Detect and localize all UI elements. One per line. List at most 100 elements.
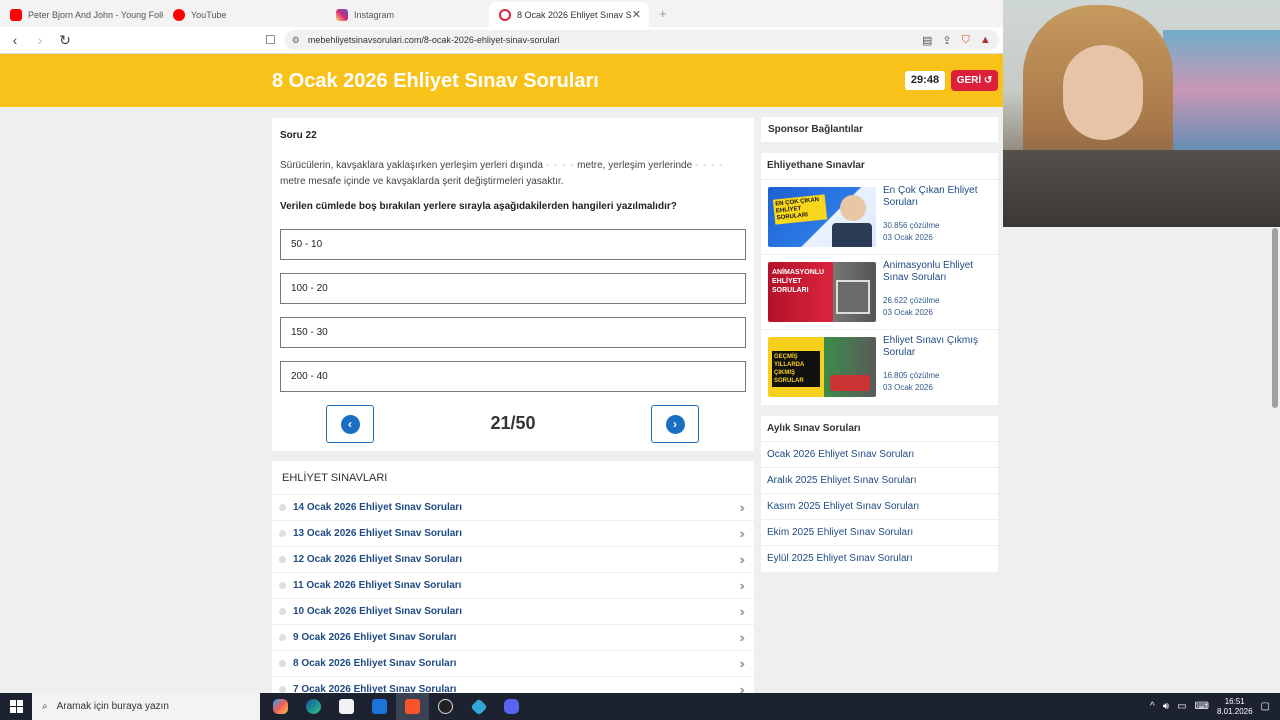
windows-start-icon[interactable] [0, 693, 32, 720]
tab-title: 8 Ocak 2026 Ehliyet Sınav Soruları [517, 9, 632, 20]
exam-link[interactable]: 9 Ocak 2026 Ehliyet Sınav Soruları [293, 632, 456, 643]
exams-list-card: EHLİYET SINAVLARI 14 Ocak 2026 Ehliyet S… [272, 461, 754, 701]
double-chevron-icon: ›› [739, 500, 744, 515]
notification-icon[interactable]: ▢ [1261, 701, 1270, 712]
mail-icon[interactable] [363, 693, 396, 720]
edge-icon[interactable] [297, 693, 330, 720]
exam-link[interactable]: 14 Ocak 2026 Ehliyet Sınav Soruları [293, 502, 462, 513]
laptop-illustration [832, 223, 872, 247]
bullet-icon [279, 660, 286, 667]
exam-link[interactable]: 11 Ocak 2026 Ehliyet Sınav Soruları [293, 580, 461, 591]
ehliyethane-title[interactable]: Animasyonlu Ehliyet Sınav Soruları [883, 260, 993, 284]
thumbnail-image[interactable]: EN ÇOK ÇIKAN EHLİYET SORULARI [768, 187, 876, 247]
kodi-icon[interactable] [462, 693, 495, 720]
copilot-icon[interactable] [264, 693, 297, 720]
search-icon: ⌕ [42, 701, 48, 712]
reader-mode-icon[interactable]: ▤ [922, 34, 932, 47]
system-clock[interactable]: 16:51 8.01.2026 [1217, 697, 1253, 717]
question-text-part: metre mesafe içinde ve kavşaklarda şerit… [280, 176, 564, 187]
thumbnail-caption: EN ÇOK ÇIKAN EHLİYET SORULARI [772, 194, 828, 225]
ehliyethane-title[interactable]: En Çok Çıkan Ehliyet Soruları [883, 185, 993, 209]
sponsor-heading: Sponsor Bağlantılar [761, 117, 998, 142]
list-item[interactable]: 11 Ocak 2026 Ehliyet Sınav Soruları ›› [272, 572, 754, 598]
list-item[interactable]: 13 Ocak 2026 Ehliyet Sınav Soruları ›› [272, 520, 754, 546]
brave-shield-icon[interactable]: ⛉ [962, 34, 970, 47]
tab-youtube[interactable]: YouTube [163, 2, 326, 27]
volume-icon[interactable]: 🔊︎ [1163, 701, 1169, 712]
monthly-link[interactable]: Eylül 2025 Ehliyet Sınav Soruları [761, 545, 998, 571]
monthly-link[interactable]: Kasım 2025 Ehliyet Sınav Soruları [761, 493, 998, 519]
discord-icon[interactable] [495, 693, 528, 720]
store-icon[interactable] [330, 693, 363, 720]
share-icon[interactable]: ⇪ [942, 34, 951, 47]
exam-link[interactable]: 13 Ocak 2026 Ehliyet Sınav Soruları [293, 528, 462, 539]
exam-link[interactable]: 10 Ocak 2026 Ehliyet Sınav Soruları [293, 606, 462, 617]
bookmark-icon[interactable]: ☐ [265, 33, 276, 47]
search-placeholder: Aramak için buraya yazın [56, 701, 169, 712]
list-item[interactable]: 9 Ocak 2026 Ehliyet Sınav Soruları ›› [272, 624, 754, 650]
site-favicon-icon [499, 8, 511, 21]
person-shoulders [1003, 150, 1280, 227]
tab-instagram[interactable]: Instagram [326, 2, 489, 27]
publish-date: 03 Ocak 2026 [883, 233, 933, 242]
exam-link[interactable]: 12 Ocak 2026 Ehliyet Sınav Soruları [293, 554, 462, 565]
bullet-icon [279, 504, 286, 511]
language-icon[interactable]: ⌨ [1195, 701, 1209, 712]
clock-time: 16:51 [1224, 696, 1245, 706]
exam-link[interactable]: 8 Ocak 2026 Ehliyet Sınav Soruları [293, 658, 456, 669]
double-chevron-icon: ›› [739, 578, 744, 593]
answer-option[interactable]: 100 - 20 [280, 273, 746, 304]
thumbnail-image[interactable]: ANİMASYONLU EHLİYET SORULARI [768, 262, 876, 322]
list-item[interactable]: 14 Ocak 2026 Ehliyet Sınav Soruları ›› [272, 494, 754, 520]
forward-arrow-icon[interactable]: › [30, 32, 50, 48]
answer-option[interactable]: 200 - 40 [280, 361, 746, 392]
list-item[interactable]: 8 Ocak 2026 Ehliyet Sınav Soruları ›› [272, 650, 754, 676]
question-text: Sürücülerin, kavşaklara yaklaşırken yerl… [280, 158, 750, 190]
list-item[interactable]: 10 Ocak 2026 Ehliyet Sınav Soruları ›› [272, 598, 754, 624]
double-chevron-icon: ›› [739, 526, 744, 541]
monthly-link[interactable]: Ekim 2025 Ehliyet Sınav Soruları [761, 519, 998, 545]
back-arrow-icon[interactable]: ‹ [5, 32, 25, 48]
close-icon[interactable]: ✕ [632, 8, 641, 21]
address-toolbar: ‹ › ↻ ☐ ⚙ mebehliyetsinavsorulari.com/8-… [0, 27, 1003, 54]
car-illustration [830, 375, 870, 391]
rewards-icon[interactable]: ▲ [980, 34, 991, 47]
bullet-icon [279, 530, 286, 537]
system-tray: ^ 🔊︎ ▭ ⌨ 16:51 8.01.2026 ▢ [1150, 697, 1280, 717]
question-text-part: metre, yerleşim yerlerinde [577, 160, 693, 171]
reload-icon[interactable]: ↻ [55, 32, 75, 49]
chevron-right-icon: › [665, 414, 685, 434]
ehliyethane-title[interactable]: Ehliyet Sınavı Çıkmış Sorular [883, 335, 993, 359]
back-button[interactable]: GERİ ↺ [951, 70, 998, 91]
bullet-icon [279, 686, 286, 693]
url-field[interactable]: ⚙ mebehliyetsinavsorulari.com/8-ocak-202… [283, 30, 999, 50]
chevron-up-icon[interactable]: ^ [1150, 701, 1155, 712]
obs-icon[interactable] [429, 693, 462, 720]
network-icon[interactable]: ▭ [1177, 701, 1186, 712]
scrollbar-thumb[interactable] [1272, 228, 1278, 408]
ehliyethane-item[interactable]: ANİMASYONLU EHLİYET SORULARI Animasyonlu… [761, 254, 998, 329]
tab-current-exam[interactable]: 8 Ocak 2026 Ehliyet Sınav Soruları ✕ [489, 2, 649, 27]
tab-young-folks[interactable]: Peter Bjorn And John - Young Folks [0, 2, 163, 27]
monthly-link[interactable]: Ocak 2026 Ehliyet Sınav Soruları [761, 441, 998, 467]
taskbar-search[interactable]: ⌕ Aramak için buraya yazın [32, 693, 260, 720]
site-info-icon[interactable]: ⚙ [292, 35, 300, 46]
browser-tab-bar: Peter Bjorn And John - Young Folks YouTu… [0, 0, 1003, 27]
ehliyethane-item[interactable]: GEÇMİŞ YILLARDA ÇIKMIŞ SORULAR Ehliyet S… [761, 329, 998, 404]
answer-option[interactable]: 150 - 30 [280, 317, 746, 348]
list-item[interactable]: 12 Ocak 2026 Ehliyet Sınav Soruları ›› [272, 546, 754, 572]
exam-timer: 29:48 [905, 71, 945, 90]
taskbar: ⌕ Aramak için buraya yazın ^ 🔊︎ ▭ ⌨ 16:5… [0, 693, 1280, 720]
thumbnail-image[interactable]: GEÇMİŞ YILLARDA ÇIKMIŞ SORULAR [768, 337, 876, 397]
road-illustration [836, 280, 870, 314]
next-question-button[interactable]: › [651, 405, 699, 443]
ehliyethane-item[interactable]: EN ÇOK ÇIKAN EHLİYET SORULARI En Çok Çık… [761, 179, 998, 254]
instagram-icon [336, 8, 348, 21]
double-chevron-icon: ›› [739, 552, 744, 567]
clock-date: 8.01.2026 [1216, 706, 1253, 716]
new-tab-button[interactable]: + [649, 6, 667, 21]
brave-browser-icon[interactable] [396, 693, 429, 720]
bullet-icon [279, 634, 286, 641]
answer-option[interactable]: 50 - 10 [280, 229, 746, 260]
monthly-link[interactable]: Aralık 2025 Ehliyet Sınav Soruları [761, 467, 998, 493]
